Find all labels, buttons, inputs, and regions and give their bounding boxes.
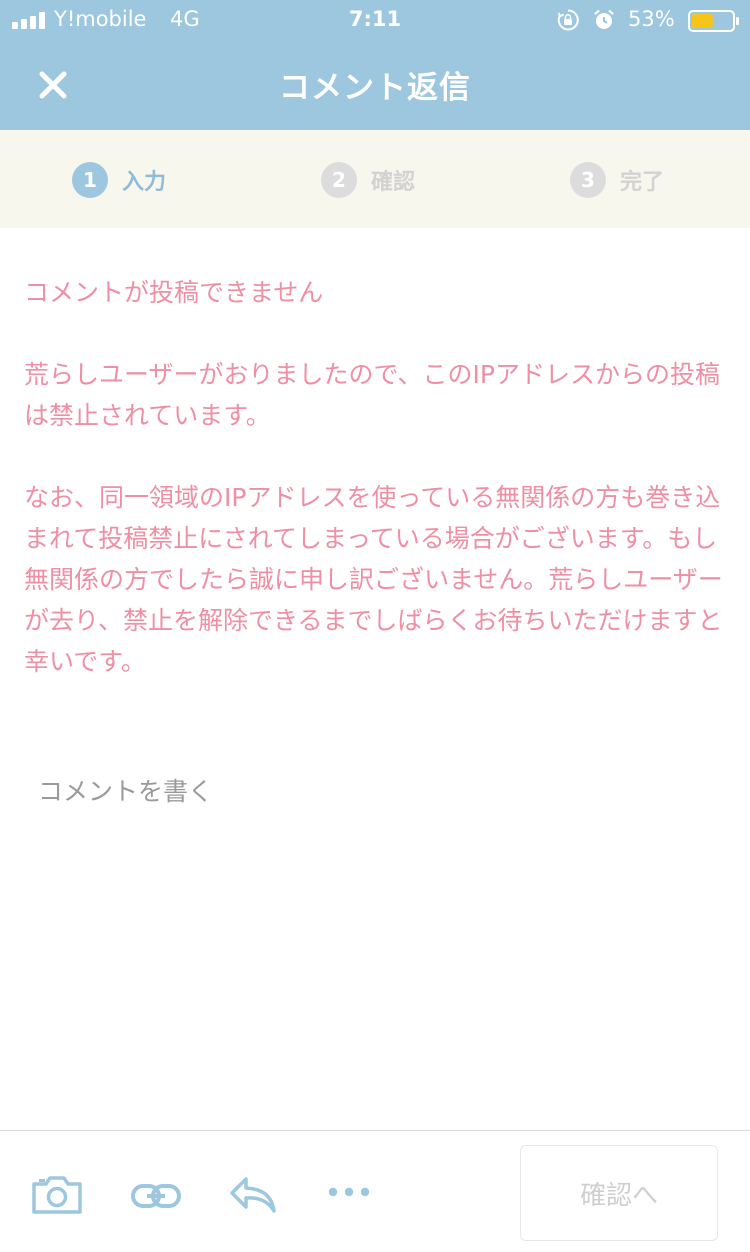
alarm-icon	[594, 9, 614, 29]
step-number: 3	[570, 162, 606, 198]
more-icon[interactable]	[328, 1187, 370, 1197]
step-label: 確認	[371, 170, 416, 195]
error-message: コメントが投稿できません 荒らしユーザーがおりましたので、このIPアドレスからの…	[24, 272, 726, 723]
error-heading: コメントが投稿できません	[24, 278, 324, 307]
step-complete: 3 完了	[570, 162, 664, 198]
battery-percent: 53%	[628, 7, 675, 31]
battery-icon	[688, 10, 739, 32]
bottom-toolbar: 確認へ	[0, 1130, 750, 1252]
header: コメント返信	[0, 40, 750, 130]
page-title: コメント返信	[279, 70, 471, 106]
step-label: 完了	[620, 170, 665, 195]
reply-icon[interactable]	[228, 1175, 278, 1215]
status-bar: Y!mobile 4G 7:11 53%	[0, 0, 750, 40]
step-number: 2	[321, 162, 357, 198]
comment-reply-screen: Y!mobile 4G 7:11 53% コメント返信 1 入力 2 確認 3 …	[0, 0, 750, 1252]
confirm-button[interactable]: 確認へ	[520, 1145, 718, 1241]
step-number: 1	[72, 162, 108, 198]
orientation-lock-icon	[557, 9, 579, 31]
step-indicator: 1 入力 2 確認 3 完了	[0, 130, 750, 228]
error-paragraph-ip-ban: 荒らしユーザーがおりましたので、このIPアドレスからの投稿は禁止されています。	[24, 360, 720, 430]
camera-icon[interactable]	[30, 1175, 84, 1215]
comment-input[interactable]: コメントを書く	[38, 772, 213, 808]
error-paragraph-apology: なお、同一領域のIPアドレスを使っている無関係の方も巻き込まれて投稿禁止にされて…	[24, 483, 723, 676]
step-input: 1 入力	[72, 162, 166, 198]
step-confirm: 2 確認	[321, 162, 415, 198]
step-label: 入力	[122, 170, 167, 195]
link-icon[interactable]	[130, 1183, 182, 1209]
